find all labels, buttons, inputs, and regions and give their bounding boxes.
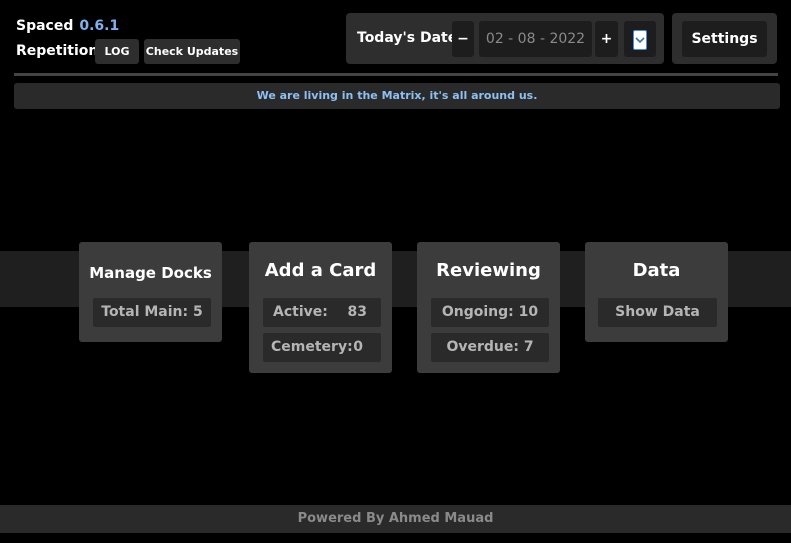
cemetery-label: Cemetery: bbox=[271, 339, 353, 355]
overdue-button[interactable]: Overdue: 7 bbox=[431, 333, 549, 362]
app-title: Spaced 0.6.1 bbox=[16, 18, 119, 34]
date-input[interactable]: 02 - 08 - 2022 bbox=[479, 21, 592, 57]
banner-message: We are living in the Matrix, it's all ar… bbox=[14, 83, 780, 109]
date-decrement-button[interactable]: − bbox=[452, 21, 474, 57]
chevron-down-icon bbox=[633, 30, 647, 50]
add-card-card[interactable]: Add a Card Active: 83 Cemetery: 0 bbox=[249, 242, 392, 373]
cemetery-value: 0 bbox=[353, 339, 363, 355]
app-name-line2: Repetition bbox=[16, 43, 99, 59]
ongoing-button[interactable]: Ongoing: 10 bbox=[431, 298, 549, 327]
app-version: 0.6.1 bbox=[79, 18, 120, 34]
date-increment-button[interactable]: + bbox=[595, 21, 618, 57]
data-title: Data bbox=[632, 260, 681, 281]
total-main-button[interactable]: Total Main: 5 bbox=[93, 298, 211, 327]
header-divider bbox=[14, 73, 778, 76]
reviewing-card[interactable]: Reviewing Ongoing: 10 Overdue: 7 bbox=[417, 242, 560, 373]
settings-button[interactable]: Settings bbox=[682, 21, 767, 57]
cemetery-count-button[interactable]: Cemetery: 0 bbox=[263, 333, 381, 362]
show-data-button[interactable]: Show Data bbox=[598, 298, 717, 327]
active-label: Active: bbox=[273, 304, 328, 320]
log-button[interactable]: LOG bbox=[95, 39, 139, 64]
app-name-line1: Spaced bbox=[16, 18, 74, 34]
reviewing-title: Reviewing bbox=[436, 260, 541, 281]
manage-docks-card[interactable]: Manage Docks Total Main: 5 bbox=[79, 242, 222, 342]
add-card-title: Add a Card bbox=[264, 260, 377, 281]
data-card[interactable]: Data Show Data bbox=[585, 242, 728, 342]
footer-credit: Powered By Ahmed Mauad bbox=[0, 505, 791, 533]
check-updates-button[interactable]: Check Updates bbox=[144, 39, 240, 64]
date-label: Today's Date bbox=[357, 30, 458, 46]
active-count-button[interactable]: Active: 83 bbox=[263, 298, 381, 327]
date-dropdown-button[interactable] bbox=[624, 21, 656, 57]
active-value: 83 bbox=[347, 304, 367, 320]
manage-docks-title: Manage Docks bbox=[89, 264, 212, 282]
